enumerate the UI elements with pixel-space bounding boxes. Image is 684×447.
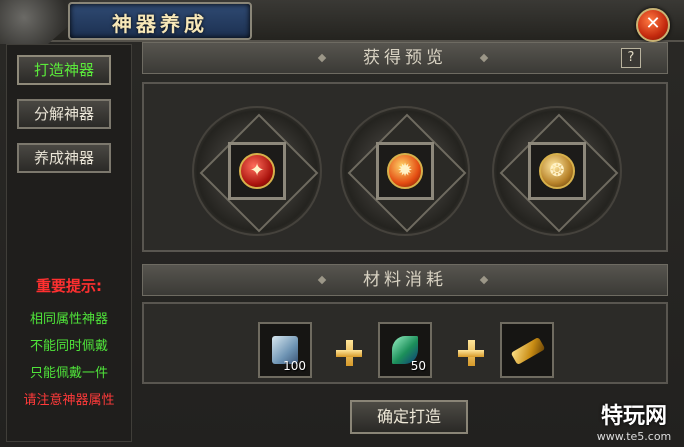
help-button[interactable]: ?: [621, 48, 641, 68]
title-plate: 神器养成: [68, 2, 252, 40]
red-gem-icon: ✦: [239, 153, 275, 189]
sidebar-item-cultivate[interactable]: 养成神器: [17, 143, 111, 173]
plus-icon: [336, 340, 362, 366]
materials-header: 材料消耗: [142, 264, 668, 296]
close-icon: ✕: [645, 13, 661, 34]
preview-slot[interactable]: ❂: [492, 106, 622, 236]
tips-title: 重要提示:: [36, 277, 102, 295]
preview-slot[interactable]: ✹: [340, 106, 470, 236]
preview-header-label: 获得预览: [363, 48, 447, 68]
diamond-ornament-icon: [317, 53, 327, 63]
game-window: 神器养成 ✕ 打造神器 分解神器 养成神器 重要提示: 相同属性神器 不能同时佩…: [0, 0, 684, 447]
gold-bar-icon: [510, 336, 546, 366]
diamond-ornament-icon: [317, 275, 327, 285]
tip-line: 不能同时佩戴: [29, 339, 108, 354]
tips-panel: 重要提示: 相同属性神器 不能同时佩戴 只能佩戴一件 请注意神器属性: [7, 275, 131, 414]
tip-line: 相同属性神器: [29, 312, 108, 327]
watermark-logo: 特玩网: [600, 404, 667, 429]
material-count: 50: [410, 359, 426, 373]
close-button[interactable]: ✕: [636, 8, 670, 42]
preview-slot[interactable]: ✦: [192, 106, 322, 236]
plus-icon: [458, 340, 484, 366]
materials-area: 100 50: [142, 302, 668, 384]
preview-area: ✦ ✹ ❂: [142, 82, 668, 252]
confirm-forge-button[interactable]: 确定打造: [350, 400, 468, 434]
window-title: 神器养成: [112, 12, 208, 36]
preview-header: 获得预览 ?: [142, 42, 668, 74]
material-slot[interactable]: 100: [258, 322, 312, 378]
material-slot[interactable]: [500, 322, 554, 378]
title-bar: 神器养成 ✕: [0, 0, 684, 44]
fire-gem-icon: ✹: [387, 153, 423, 189]
materials-header-label: 材料消耗: [363, 270, 447, 290]
watermark-url: www.te5.com: [596, 430, 672, 443]
diamond-ornament-icon: [479, 53, 489, 63]
site-watermark: 特玩网 www.te5.com: [586, 398, 682, 446]
sidebar: 打造神器 分解神器 养成神器 重要提示: 相同属性神器 不能同时佩戴 只能佩戴一…: [6, 44, 132, 442]
material-slot[interactable]: 50: [378, 322, 432, 378]
sidebar-item-forge[interactable]: 打造神器: [17, 55, 111, 85]
gold-gem-icon: ❂: [539, 153, 575, 189]
tip-line: 请注意神器属性: [23, 393, 115, 408]
tip-line: 只能佩戴一件: [29, 366, 108, 381]
sidebar-item-decompose[interactable]: 分解神器: [17, 99, 111, 129]
material-count: 100: [283, 359, 306, 373]
diamond-ornament-icon: [479, 275, 489, 285]
